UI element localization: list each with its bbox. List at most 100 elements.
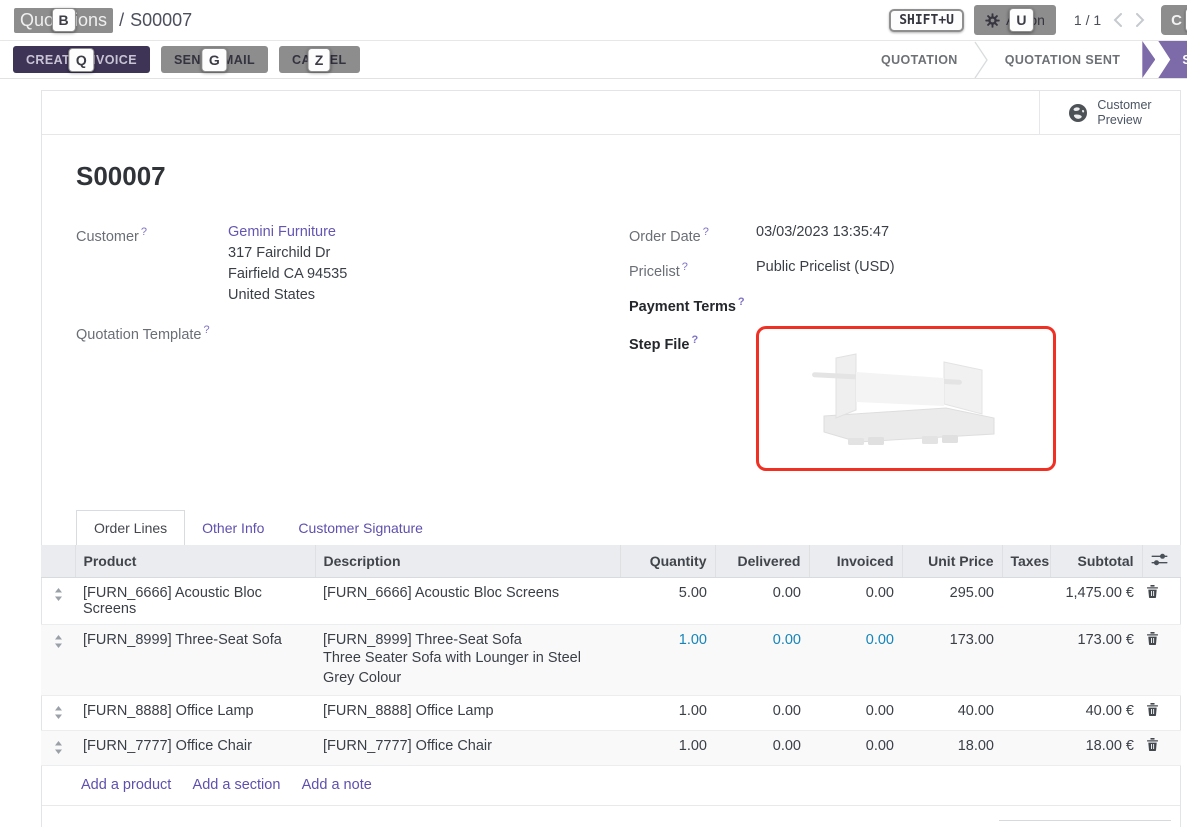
- status-step-sales-order[interactable]: SALES ORDER: [1158, 41, 1187, 78]
- cell-quantity[interactable]: 1.00: [620, 625, 715, 696]
- clipped-edge-button[interactable]: C: [1161, 5, 1187, 35]
- notebook-tabs: Order Lines Other Info Customer Signatur…: [42, 510, 1180, 545]
- hint-key-b: B: [51, 8, 75, 32]
- field-payment-terms[interactable]: Payment Terms?: [629, 292, 1146, 318]
- tab-customer-signature[interactable]: Customer Signature: [281, 511, 440, 545]
- sheet-footer: Terms and conditions... Total: 1,706.00 …: [42, 806, 1180, 827]
- field-quotation-template[interactable]: Quotation Template?: [76, 320, 629, 346]
- cell-description[interactable]: [FURN_6666] Acoustic Bloc Screens: [315, 578, 620, 625]
- status-step-quotation-sent[interactable]: QUOTATION SENT: [989, 41, 1137, 78]
- cell-subtotal: 173.00 €: [1050, 625, 1142, 696]
- status-step-quotation[interactable]: QUOTATION: [865, 41, 974, 78]
- fields-right-column: Order Date? 03/03/2023 13:35:47 Pricelis…: [629, 222, 1146, 480]
- customer-link[interactable]: Gemini Furniture: [228, 224, 336, 240]
- step-file-image[interactable]: [756, 326, 1056, 471]
- cell-quantity[interactable]: 1.00: [620, 696, 715, 731]
- cell-delivered[interactable]: 0.00: [715, 696, 809, 731]
- chevron-left-icon[interactable]: [1113, 13, 1122, 27]
- column-settings-icon[interactable]: [1151, 553, 1168, 566]
- breadcrumb-separator: /: [119, 10, 124, 31]
- customer-value: Gemini Furniture 317 Fairchild Dr Fairfi…: [228, 222, 347, 306]
- globe-icon: [1068, 103, 1088, 123]
- add-section-link[interactable]: Add a section: [193, 777, 281, 793]
- add-note-link[interactable]: Add a note: [302, 777, 372, 793]
- pricelist-value[interactable]: Public Pricelist (USD): [756, 257, 895, 283]
- tab-other-info[interactable]: Other Info: [185, 511, 281, 545]
- cell-description[interactable]: [FURN_8999] Three-Seat Sofa Three Seater…: [315, 625, 620, 696]
- cell-invoiced[interactable]: 0.00: [809, 625, 902, 696]
- field-customer: Customer? Gemini Furniture 317 Fairchild…: [76, 222, 629, 306]
- cell-subtotal: 40.00 €: [1050, 696, 1142, 731]
- pager-value[interactable]: 1 / 1: [1074, 12, 1101, 28]
- cell-unit-price[interactable]: 40.00: [902, 696, 1002, 731]
- cell-quantity[interactable]: 1.00: [620, 731, 715, 766]
- drag-handle-icon[interactable]: [41, 578, 75, 625]
- cell-delivered[interactable]: 0.00: [715, 731, 809, 766]
- table-row: [FURN_7777] Office Chair [FURN_7777] Off…: [41, 731, 1181, 766]
- cell-subtotal: 1,475.00 €: [1050, 578, 1142, 625]
- cell-invoiced[interactable]: 0.00: [809, 578, 902, 625]
- send-email-button[interactable]: SEND EMAIL G: [161, 46, 268, 73]
- cell-taxes[interactable]: [1002, 696, 1050, 731]
- order-lines-table: Product Description Quantity Delivered I…: [41, 545, 1181, 766]
- delete-row-icon[interactable]: [1142, 625, 1181, 696]
- cell-delivered[interactable]: 0.00: [715, 578, 809, 625]
- cell-description[interactable]: [FURN_7777] Office Chair: [315, 731, 620, 766]
- total-summary: Total: 1,706.00 €: [999, 820, 1171, 827]
- column-delivered[interactable]: Delivered: [715, 545, 809, 578]
- breadcrumb-quotations[interactable]: Quotations B: [14, 8, 113, 33]
- customer-preview-button[interactable]: Customer Preview: [1039, 91, 1180, 134]
- cell-taxes[interactable]: [1002, 625, 1050, 696]
- cancel-button[interactable]: CANCEL Z: [279, 46, 359, 73]
- order-date-value[interactable]: 03/03/2023 13:35:47: [756, 222, 889, 248]
- cell-product[interactable]: [FURN_6666] Acoustic Bloc Screens: [75, 578, 315, 625]
- cell-product[interactable]: [FURN_7777] Office Chair: [75, 731, 315, 766]
- column-invoiced[interactable]: Invoiced: [809, 545, 902, 578]
- add-product-link[interactable]: Add a product: [81, 777, 171, 793]
- cell-unit-price[interactable]: 295.00: [902, 578, 1002, 625]
- cell-invoiced[interactable]: 0.00: [809, 731, 902, 766]
- delete-row-icon[interactable]: [1142, 696, 1181, 731]
- hint-key-g: G: [202, 48, 227, 72]
- column-quantity[interactable]: Quantity: [620, 545, 715, 578]
- tab-order-lines[interactable]: Order Lines: [76, 510, 185, 545]
- drag-handle-icon[interactable]: [41, 696, 75, 731]
- cell-product[interactable]: [FURN_8999] Three-Seat Sofa: [75, 625, 315, 696]
- table-footer-links: Add a product Add a section Add a note: [42, 766, 1180, 806]
- table-header-row: Product Description Quantity Delivered I…: [41, 545, 1181, 578]
- create-invoice-button[interactable]: CREATE INVOICE Q: [13, 46, 150, 73]
- hint-key-u: U: [1009, 8, 1033, 32]
- field-step-file: Step File?: [629, 330, 1146, 471]
- cell-unit-price[interactable]: 18.00: [902, 731, 1002, 766]
- column-description[interactable]: Description: [315, 545, 620, 578]
- pricelist-label: Pricelist?: [629, 257, 756, 283]
- delete-row-icon[interactable]: [1142, 578, 1181, 625]
- drag-handle-icon[interactable]: [41, 625, 75, 696]
- top-navbar: Quotations B / S00007 SHIFT+U: [0, 0, 1187, 40]
- cell-product[interactable]: [FURN_8888] Office Lamp: [75, 696, 315, 731]
- cell-taxes[interactable]: [1002, 731, 1050, 766]
- step-file-label: Step File?: [629, 330, 756, 471]
- drag-handle-icon[interactable]: [41, 731, 75, 766]
- chevron-right-icon[interactable]: [1136, 13, 1145, 27]
- cell-unit-price[interactable]: 173.00: [902, 625, 1002, 696]
- customer-address-line: United States: [228, 285, 347, 306]
- cell-taxes[interactable]: [1002, 578, 1050, 625]
- handle-column-header: [41, 545, 75, 578]
- cell-invoiced[interactable]: 0.00: [809, 696, 902, 731]
- quotation-template-label: Quotation Template?: [76, 320, 228, 346]
- field-grid: Customer? Gemini Furniture 317 Fairchild…: [76, 222, 1146, 480]
- column-product[interactable]: Product: [75, 545, 315, 578]
- cell-delivered[interactable]: 0.00: [715, 625, 809, 696]
- cell-subtotal: 18.00 €: [1050, 731, 1142, 766]
- action-menu-button[interactable]: Action U: [974, 5, 1056, 35]
- customer-preview-label: Customer Preview: [1097, 98, 1151, 128]
- column-taxes[interactable]: Taxes: [1002, 545, 1050, 578]
- column-unit-price[interactable]: Unit Price: [902, 545, 1002, 578]
- cell-quantity[interactable]: 5.00: [620, 578, 715, 625]
- delete-row-icon[interactable]: [1142, 731, 1181, 766]
- column-subtotal[interactable]: Subtotal: [1050, 545, 1142, 578]
- cell-description[interactable]: [FURN_8888] Office Lamp: [315, 696, 620, 731]
- help-icon: ?: [691, 334, 698, 346]
- help-icon: ?: [703, 226, 709, 238]
